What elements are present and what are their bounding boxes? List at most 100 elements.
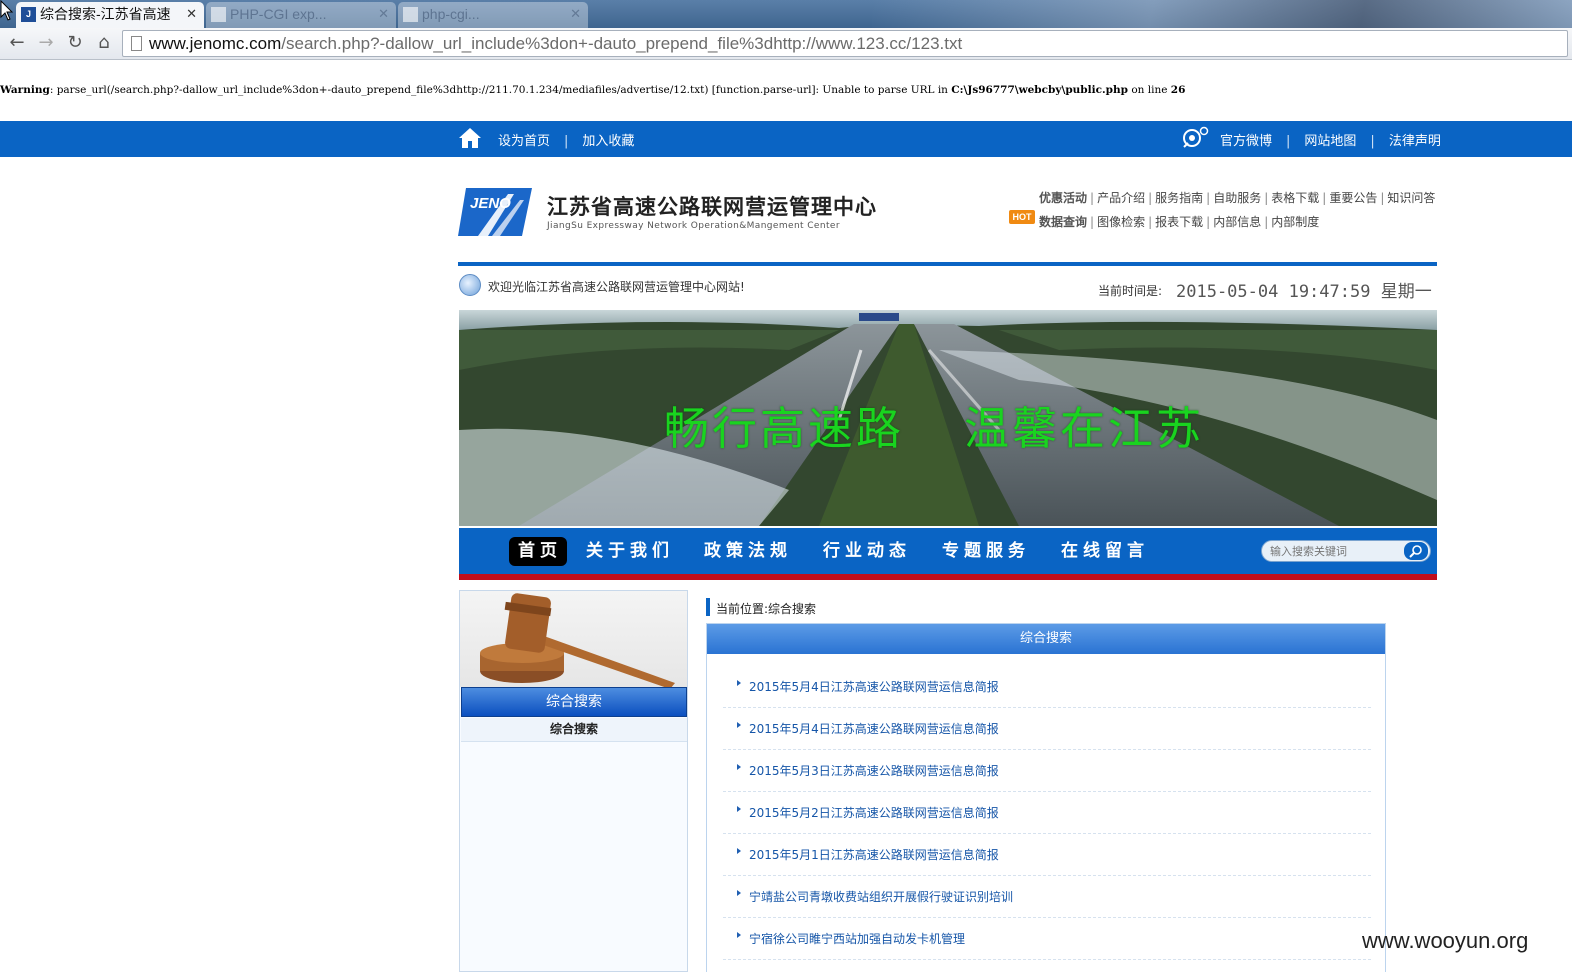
tab-close-icon[interactable]: ✕ (570, 2, 581, 26)
result-link[interactable]: 2015年5月1日江苏高速公路联网营运信息简报 (749, 846, 999, 863)
result-link[interactable]: 2015年5月4日江苏高速公路联网营运信息简报 (749, 678, 999, 695)
sidebar-title: 综合搜索 (461, 687, 687, 717)
highway-image (459, 310, 1437, 526)
browser-toolbar: ← → ↻ ⌂ www.jenomc.com/search.php?-dallo… (0, 28, 1572, 60)
list-item[interactable]: 宁靖盐公司青墩收费站组织开展假行驶证识别培训 (723, 876, 1371, 918)
quick-link-internal-rules[interactable]: 内部制度 (1271, 215, 1319, 229)
legal-link[interactable]: 法律声明 (1389, 134, 1441, 149)
tab-close-icon[interactable]: ✕ (378, 2, 389, 26)
warning-on-line: on line (1128, 84, 1171, 96)
result-link[interactable]: 宁宿徐公司睢宁西站加强自动发卡机管理 (749, 930, 965, 947)
list-item[interactable]: 2015年5月2日江苏高速公路联网营运信息简报 (723, 792, 1371, 834)
result-link[interactable]: 2015年5月3日江苏高速公路联网营运信息简报 (749, 762, 999, 779)
nav-policies[interactable]: 政策法规 (704, 537, 792, 566)
result-link[interactable]: 宁靖盐公司青墩收费站组织开展假行驶证识别培训 (749, 888, 1013, 905)
bullet-arrow-icon (737, 722, 741, 728)
warning-text: : parse_url(/search.php?-dallow_url_incl… (49, 84, 952, 96)
quick-link-form-download[interactable]: 表格下载 (1271, 191, 1319, 205)
home-icon[interactable]: ⌂ (93, 32, 115, 54)
tab-title: 综合搜索-江苏省高速 (40, 6, 171, 22)
main-navigation: 首页 关于我们 政策法规 行业动态 专题服务 在线留言 (459, 528, 1437, 574)
site-favicon-icon: J (21, 7, 36, 22)
search-input[interactable] (1270, 543, 1400, 559)
breadcrumb-marker (706, 598, 710, 616)
back-arrow-icon[interactable]: ← (6, 32, 28, 54)
welcome-message: 欢迎光临江苏省高速公路联网营运管理中心网站! (488, 280, 745, 294)
bullet-arrow-icon (737, 932, 741, 938)
search-button[interactable] (1404, 542, 1428, 560)
quick-link-report-download[interactable]: 报表下载 (1155, 215, 1203, 229)
home-icon[interactable] (458, 127, 482, 149)
nav-industry-news[interactable]: 行业动态 (823, 537, 911, 566)
browser-tab-2[interactable]: PHP-CGI exp... ✕ (206, 2, 396, 28)
org-name-en: JiangSu Expressway Network Operation&Man… (547, 221, 840, 231)
search-icon (1409, 545, 1422, 558)
warning-file: C:\Js96777\webcby\public.php (951, 84, 1128, 96)
site-logo[interactable]: JENO (458, 186, 534, 238)
sidebar-item-search[interactable]: 综合搜索 (461, 718, 687, 742)
separator: | (1286, 134, 1291, 149)
browser-tab-3[interactable]: php-cgi... ✕ (398, 2, 588, 28)
warning-line-number: 26 (1170, 84, 1186, 96)
list-item[interactable]: 2015年5月1日江苏高速公路联网营运信息简报 (723, 834, 1371, 876)
separator: | (1370, 134, 1375, 149)
set-homepage-link[interactable]: 设为首页 (498, 134, 550, 149)
result-link[interactable]: 2015年5月4日江苏高速公路联网营运信息简报 (749, 720, 999, 737)
quick-link-announcements[interactable]: 重要公告 (1329, 191, 1377, 205)
page-icon (131, 36, 142, 51)
globe-icon (459, 274, 481, 296)
sidebar: 综合搜索 综合搜索 (459, 590, 688, 972)
breadcrumb: 当前位置:综合搜索 (716, 602, 817, 616)
nav-online-message[interactable]: 在线留言 (1061, 537, 1149, 566)
list-item[interactable]: 2015年5月4日江苏高速公路联网营运信息简报 (723, 666, 1371, 708)
result-link[interactable]: 2015年5月2日江苏高速公路联网营运信息简报 (749, 804, 999, 821)
topbar-left-links: 设为首页 | 加入收藏 (498, 130, 634, 149)
header-divider (458, 262, 1437, 266)
forward-arrow-icon[interactable]: → (35, 32, 57, 54)
list-item[interactable]: 2015年5月4日江苏高速公路联网营运信息简报 (723, 708, 1371, 750)
bullet-arrow-icon (737, 680, 741, 686)
quick-link-products[interactable]: 产品介绍 (1097, 191, 1145, 205)
url-domain: www.jenomc.com (149, 34, 282, 53)
time-value: 2015-05-04 19:47:59 星期一 (1176, 282, 1432, 302)
quick-link-service-guide[interactable]: 服务指南 (1155, 191, 1203, 205)
url-text[interactable]: www.jenomc.com/search.php?-dallow_url_in… (149, 33, 962, 55)
nav-about-us[interactable]: 关于我们 (586, 537, 674, 566)
browser-tab-active[interactable]: J 综合搜索-江苏省高速 ✕ (16, 2, 204, 28)
address-bar[interactable]: www.jenomc.com/search.php?-dallow_url_in… (122, 30, 1568, 57)
quick-links-row2: 数据查询 | 图像检索 | 报表下载 | 内部信息 | 内部制度 (1039, 215, 1320, 229)
php-warning: Warning: parse_url(/search.php?-dallow_u… (0, 84, 1185, 96)
browser-tab-bar: J 综合搜索-江苏省高速 ✕ PHP-CGI exp... ✕ php-cgi.… (0, 0, 1572, 28)
tab-title: php-cgi... (422, 6, 480, 22)
banner-slogan-left: 畅行高速路 (664, 402, 905, 455)
reload-icon[interactable]: ↻ (64, 32, 86, 54)
time-label: 当前时间是: (1098, 284, 1163, 298)
quick-link-image-search[interactable]: 图像检索 (1097, 215, 1145, 229)
list-item[interactable]: 宁宿徐公司睢宁西站加强自动发卡机管理 (723, 918, 1371, 960)
bullet-arrow-icon (737, 848, 741, 854)
tabbar-background (872, 0, 1572, 28)
nav-special-services[interactable]: 专题服务 (942, 537, 1030, 566)
list-item[interactable]: 2015年5月3日江苏高速公路联网营运信息简报 (723, 750, 1371, 792)
banner-slogan-right: 温馨在江苏 (964, 402, 1205, 455)
quick-link-self-service[interactable]: 自助服务 (1213, 191, 1261, 205)
separator: | (564, 134, 569, 149)
add-favorite-link[interactable]: 加入收藏 (582, 134, 634, 149)
org-name-cn: 江苏省高速公路联网营运管理中心 (547, 195, 877, 219)
top-utility-bar: 设为首页 | 加入收藏 官方微博 | 网站地图 | 法律声明 (0, 121, 1572, 157)
quick-link-faq[interactable]: 知识问答 (1387, 191, 1435, 205)
site-search (1261, 540, 1431, 562)
logo-text: JENO (470, 195, 511, 212)
weibo-link[interactable]: 官方微博 (1220, 134, 1272, 149)
quick-link-data-query[interactable]: 数据查询 (1039, 215, 1087, 229)
sitemap-link[interactable]: 网站地图 (1304, 134, 1356, 149)
quick-link-promotions[interactable]: 优惠活动 (1039, 191, 1087, 205)
weibo-icon[interactable] (1180, 125, 1210, 151)
gavel-icon (480, 593, 675, 687)
nav-red-stripe (459, 574, 1437, 580)
warning-label: Warning (0, 84, 50, 96)
bullet-arrow-icon (737, 764, 741, 770)
quick-link-internal-info[interactable]: 内部信息 (1213, 215, 1261, 229)
tab-close-icon[interactable]: ✕ (186, 2, 197, 26)
nav-home[interactable]: 首页 (509, 537, 567, 566)
